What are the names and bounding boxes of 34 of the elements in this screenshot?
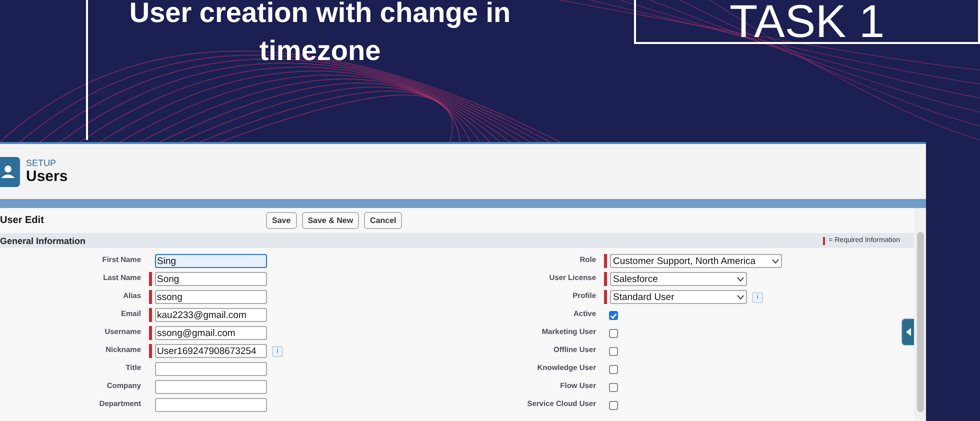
text-field[interactable]: Song bbox=[155, 272, 267, 286]
collapse-tab[interactable] bbox=[901, 318, 914, 346]
checkbox[interactable] bbox=[609, 347, 618, 356]
checkbox[interactable] bbox=[609, 401, 618, 410]
text-field[interactable] bbox=[155, 380, 267, 394]
text-field[interactable]: Sing bbox=[155, 254, 267, 268]
text-field[interactable] bbox=[155, 398, 267, 412]
chevron-down-icon bbox=[737, 294, 744, 300]
text-field[interactable] bbox=[155, 362, 267, 376]
chevron-down-icon bbox=[737, 276, 744, 282]
dropdown[interactable]: Standard User bbox=[610, 290, 747, 304]
form-button[interactable]: Cancel bbox=[364, 212, 402, 229]
dropdown[interactable]: Salesforce bbox=[610, 272, 747, 286]
checkbox[interactable] bbox=[609, 365, 618, 374]
chevron-down-icon bbox=[772, 258, 779, 264]
checkbox[interactable] bbox=[609, 383, 618, 392]
left-triangle-icon bbox=[906, 328, 910, 336]
section-title: General Information bbox=[0, 236, 86, 246]
checkbox[interactable] bbox=[609, 311, 618, 320]
form-title: User Edit bbox=[0, 215, 45, 226]
task-label: TASK 1 bbox=[634, 0, 980, 44]
breadcrumb: SETUP bbox=[26, 158, 58, 168]
form-button[interactable]: Save & New bbox=[302, 212, 360, 229]
scrollbar-thumb[interactable] bbox=[916, 232, 924, 412]
text-field[interactable]: kau2233@gmail.com bbox=[155, 308, 267, 322]
text-field[interactable]: ssong@gmail.com bbox=[155, 326, 267, 340]
dropdown[interactable]: Customer Support, North America bbox=[610, 254, 782, 268]
form-button[interactable]: Save bbox=[266, 212, 297, 229]
text-field[interactable]: ssong bbox=[155, 290, 267, 304]
required-marker bbox=[822, 236, 825, 244]
checkbox[interactable] bbox=[609, 329, 618, 338]
slide-title: User creation with change in timezone bbox=[128, 0, 512, 68]
text-field[interactable]: User169247908673254 bbox=[155, 344, 267, 358]
page-title: Users bbox=[26, 168, 68, 186]
